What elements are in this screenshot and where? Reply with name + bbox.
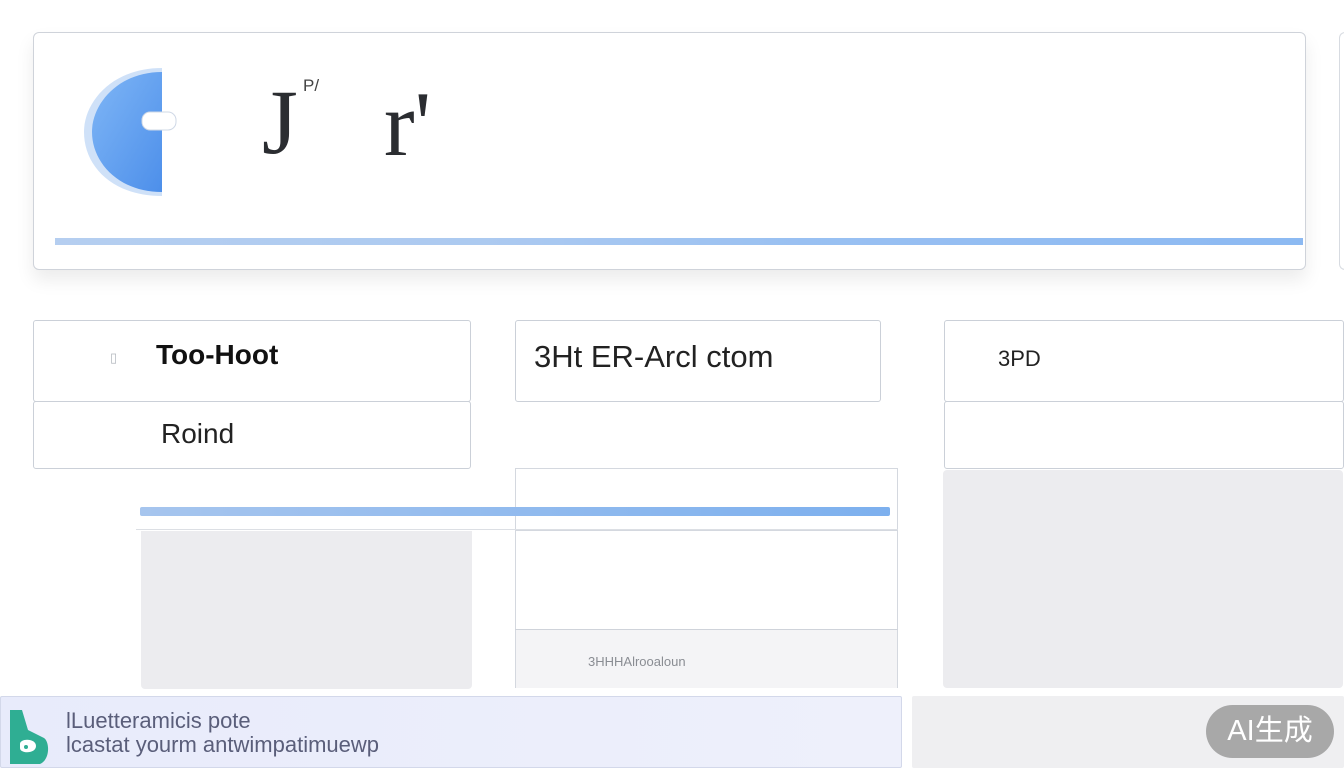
ai-generated-badge: AI生成 (1206, 705, 1334, 758)
bottom-banner-line1: lLuetteramicis pote (66, 708, 251, 733)
field-second-right[interactable] (944, 401, 1344, 469)
adjacent-card-edge (1339, 32, 1344, 270)
center-panel-divider (515, 530, 898, 531)
field-top-left-label: Too-Hoot (156, 339, 279, 370)
field-second-left[interactable] (33, 401, 471, 469)
bottom-banner-line2: lcastat yourm antwimpatimuewp (66, 732, 380, 757)
center-panel-footer-text: 3HHHAlrooaloun (588, 654, 686, 669)
placeholder-panel-left (141, 531, 472, 689)
blue-c-logo-icon (82, 66, 178, 198)
header-glyph-right: r' (384, 73, 432, 175)
middle-progress-bar (140, 507, 890, 516)
header-glyph-left: J (262, 71, 298, 173)
teal-app-icon (6, 708, 50, 766)
header-glyph-superscript: P/ (303, 76, 320, 95)
field-top-middle-label: 3Ht ER-Arcl ctom (534, 339, 774, 374)
header-card (33, 32, 1306, 270)
field-second-left-label: Roind (161, 418, 235, 449)
middle-divider (136, 529, 898, 530)
field-top-right-label: 3PD (998, 346, 1041, 371)
placeholder-panel-right (943, 470, 1343, 688)
center-panel-footer (516, 630, 897, 688)
header-progress-bar (55, 238, 1303, 245)
document-small-icon: ▯ (110, 350, 118, 365)
